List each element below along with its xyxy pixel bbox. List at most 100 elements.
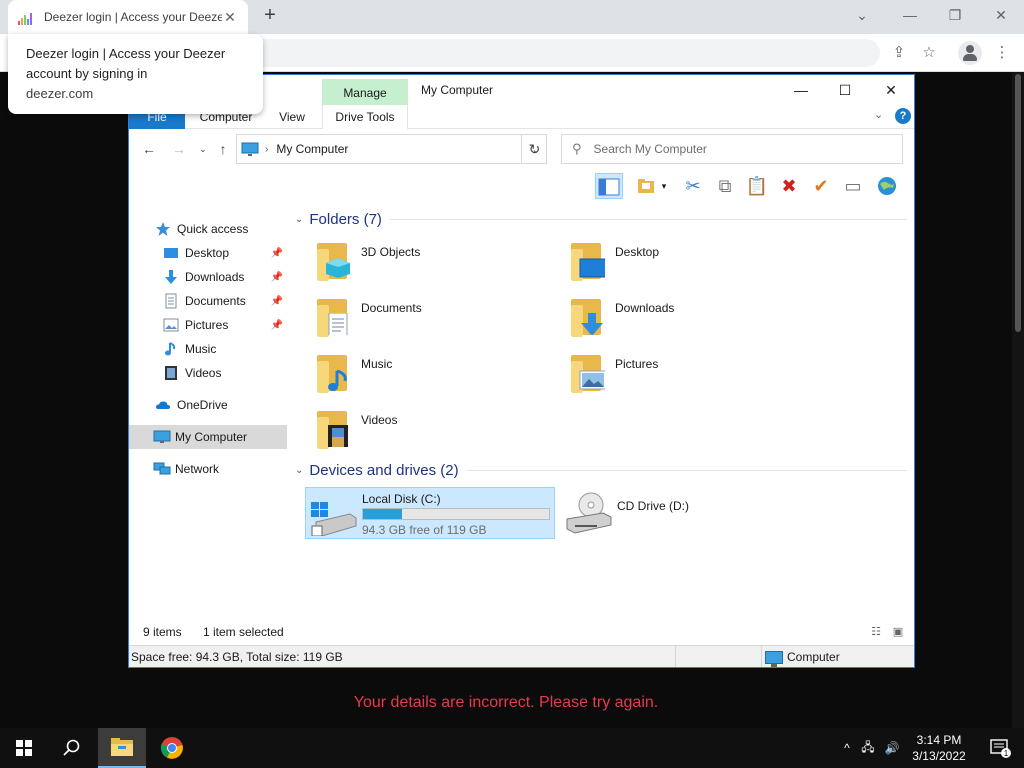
folders-group-header[interactable]: ⌄ Folders (7) [295, 211, 907, 228]
nav-item-network[interactable]: Network [129, 457, 287, 481]
window-title: My Computer [421, 83, 494, 97]
devices-group-header[interactable]: ⌄ Devices and drives (2) [295, 462, 907, 479]
notification-center-button[interactable]: 1 [976, 728, 1024, 768]
browser-restore-button[interactable]: ❐ [935, 4, 975, 26]
zone-label: Computer [787, 650, 840, 664]
group-title: Devices and drives (2) [309, 462, 459, 479]
collapse-chevron-icon[interactable]: ⌄ [295, 214, 303, 225]
network-icon [153, 461, 171, 477]
pin-icon[interactable]: 📌 [271, 272, 283, 283]
page-scrollbar[interactable] [1012, 72, 1024, 728]
nav-item-my-computer[interactable]: My Computer [129, 425, 287, 449]
clock[interactable]: 3:14 PM 3/13/2022 [905, 732, 973, 764]
tab-close-icon[interactable]: ✕ [222, 9, 238, 26]
taskbar-chrome[interactable] [148, 728, 196, 768]
selection-count: 1 item selected [203, 625, 284, 639]
folder-pictures[interactable]: Pictures [569, 347, 819, 399]
nav-item-downloads[interactable]: Downloads 📌 [129, 265, 287, 289]
breadcrumb-chevron-icon[interactable]: › [265, 144, 268, 155]
new-dropdown-icon[interactable]: ▾ [657, 173, 671, 199]
search-icon [63, 739, 80, 756]
collapse-chevron-icon[interactable]: ⌄ [295, 465, 303, 476]
maximize-button[interactable]: ☐ [822, 75, 868, 105]
tab-search-icon[interactable]: ⌄ [842, 4, 882, 26]
up-arrow-icon[interactable]: ↑ [213, 139, 233, 159]
cd-drive-icon [566, 492, 612, 534]
folder-name: Pictures [615, 357, 659, 371]
manage-context-tab[interactable]: Manage [322, 79, 408, 107]
nav-item-pictures[interactable]: Pictures 📌 [129, 313, 287, 337]
nav-label: Downloads [185, 270, 245, 284]
share-icon[interactable]: ⇪ [888, 43, 910, 65]
clock-date: 3/13/2022 [912, 749, 966, 763]
search-input[interactable] [593, 142, 874, 156]
show-hidden-icons-icon[interactable]: ^ [838, 741, 856, 755]
nav-item-videos[interactable]: Videos [129, 361, 287, 385]
browser-close-button[interactable]: ✕ [981, 4, 1021, 26]
videos-folder-icon [315, 407, 355, 451]
rename-icon[interactable]: ▭ [839, 173, 867, 199]
bookmark-star-icon[interactable]: ☆ [918, 43, 940, 65]
tab-drive-tools[interactable]: Drive Tools [322, 105, 408, 129]
pin-icon[interactable]: 📌 [271, 248, 283, 259]
new-tab-button[interactable]: + [258, 4, 282, 28]
profile-avatar-icon[interactable] [958, 41, 982, 65]
nav-item-music[interactable]: Music [129, 337, 287, 361]
item-count: 9 items [143, 625, 182, 639]
folder-3d-objects[interactable]: 3D Objects [315, 235, 565, 287]
navigation-bar: ← → ⌄ ↑ › My Computer ⌄ ↻ ⚲ [129, 129, 914, 169]
nav-item-quick-access[interactable]: Quick access [129, 217, 287, 241]
network-globe-icon[interactable] [873, 173, 901, 199]
nav-label: OneDrive [177, 398, 228, 412]
large-icons-view-icon[interactable]: ▣ [889, 625, 907, 641]
preview-pane-icon[interactable] [595, 173, 623, 199]
search-button[interactable] [48, 728, 96, 768]
folder-desktop[interactable]: Desktop [569, 235, 819, 287]
nav-label: Desktop [185, 246, 230, 260]
ribbon-expand-icon[interactable]: ⌄ [874, 108, 883, 121]
breadcrumb-my-computer[interactable]: My Computer [276, 142, 526, 156]
address-field[interactable]: › My Computer ⌄ [236, 134, 547, 164]
pin-icon[interactable]: 📌 [271, 320, 283, 331]
close-button[interactable]: ✕ [868, 75, 914, 105]
desktop-icon [163, 245, 179, 261]
delete-icon[interactable]: ✖ [775, 173, 803, 199]
drive-local-disk-c[interactable]: Local Disk (C:) 94.3 GB free of 119 GB [305, 487, 555, 539]
taskbar-file-explorer[interactable] [98, 728, 146, 768]
volume-icon[interactable]: 🔊 [880, 741, 904, 755]
browser-tab[interactable]: Deezer login | Access your Deezer ✕ [8, 0, 248, 34]
star-icon [155, 221, 171, 237]
search-icon: ⚲ [572, 141, 582, 156]
nav-item-desktop[interactable]: Desktop 📌 [129, 241, 287, 265]
paste-icon[interactable]: 📋 [743, 173, 771, 199]
back-arrow-icon[interactable]: ← [139, 139, 159, 159]
pin-icon[interactable]: 📌 [271, 296, 283, 307]
nav-item-onedrive[interactable]: OneDrive [129, 393, 287, 417]
details-view-icon[interactable]: ☷ [867, 625, 885, 641]
network-status-icon[interactable]: 🖧 [856, 738, 880, 759]
properties-check-icon[interactable]: ✔ [807, 173, 835, 199]
tab-view[interactable]: View [269, 105, 315, 129]
system-tray: ^ 🖧 🔊 [838, 728, 904, 768]
folder-videos[interactable]: Videos [315, 403, 565, 455]
group-divider [389, 219, 907, 220]
hover-card-domain: deezer.com [26, 86, 94, 101]
browser-minimize-button[interactable]: — [890, 4, 930, 26]
group-divider [466, 470, 907, 471]
start-button[interactable] [0, 728, 48, 768]
drive-cd-d[interactable]: CD Drive (D:) [561, 487, 811, 539]
folder-music[interactable]: Music [315, 347, 565, 399]
browser-menu-icon[interactable]: ⋮ [991, 43, 1013, 65]
hard-drive-icon [311, 502, 357, 536]
recent-locations-icon[interactable]: ⌄ [193, 139, 213, 159]
folder-downloads[interactable]: Downloads [569, 291, 819, 343]
copy-icon[interactable]: ⧉ [711, 173, 739, 199]
help-icon[interactable]: ? [895, 108, 911, 124]
forward-arrow-icon[interactable]: → [169, 139, 189, 159]
folder-documents[interactable]: Documents [315, 291, 565, 343]
cut-icon[interactable]: ✂ [679, 173, 707, 199]
minimize-button[interactable]: — [778, 75, 824, 105]
nav-item-documents[interactable]: Documents 📌 [129, 289, 287, 313]
refresh-icon[interactable]: ↻ [521, 134, 547, 164]
search-box[interactable]: ⚲ [561, 134, 903, 164]
